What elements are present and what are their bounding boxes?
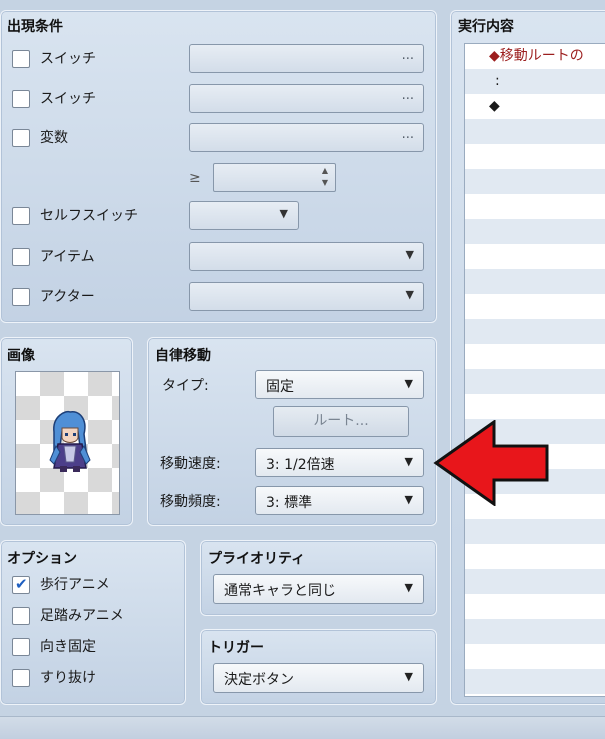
- list-row-empty: [465, 594, 605, 619]
- chevron-down-icon: ▼: [405, 248, 414, 261]
- list-row-empty: [465, 144, 605, 169]
- options-title: オプション: [7, 551, 77, 567]
- variable-label: 変数: [40, 130, 68, 146]
- item-checkbox[interactable]: [12, 248, 30, 266]
- list-row-empty: [465, 244, 605, 269]
- item-label: アイテム: [40, 249, 95, 265]
- self-switch-label: セルフスイッチ: [40, 208, 138, 224]
- list-row-empty: [465, 569, 605, 594]
- gte-symbol: ≥: [189, 170, 201, 186]
- list-row-empty: [465, 319, 605, 344]
- autonomous-title: 自律移動: [155, 348, 211, 364]
- type-label: タイプ:: [162, 378, 209, 394]
- list-row-empty: [465, 194, 605, 219]
- character-image[interactable]: [15, 371, 120, 515]
- item-select[interactable]: ▼: [189, 242, 424, 271]
- frequency-select[interactable]: 3: 標準 ▼: [255, 486, 424, 515]
- direction-fix-checkbox[interactable]: [12, 638, 30, 656]
- chevron-down-icon: ▼: [404, 493, 413, 506]
- list-row-empty: [465, 669, 605, 694]
- spin-up-icon[interactable]: ▲: [322, 166, 328, 175]
- through-checkbox[interactable]: [12, 669, 30, 687]
- switch1-checkbox[interactable]: [12, 50, 30, 68]
- actor-label: アクター: [40, 289, 95, 305]
- status-bar: [0, 716, 605, 739]
- list-row-empty: [465, 544, 605, 569]
- conditions-title: 出現条件: [7, 19, 63, 35]
- self-switch-checkbox[interactable]: [12, 207, 30, 225]
- list-row-empty: [465, 219, 605, 244]
- variable-checkbox[interactable]: [12, 129, 30, 147]
- stepping-anim-checkbox[interactable]: [12, 607, 30, 625]
- type-value: 固定: [266, 379, 294, 395]
- speed-value: 3: 1/2倍速: [266, 457, 335, 473]
- stepping-anim-label: 足踏みアニメ: [40, 608, 124, 624]
- type-select[interactable]: 固定 ▼: [255, 370, 424, 399]
- list-row-empty: [465, 269, 605, 294]
- chevron-down-icon: ▼: [279, 207, 288, 220]
- variable-value-spinner[interactable]: ▲ ▼: [213, 163, 336, 192]
- image-title: 画像: [7, 348, 35, 364]
- chevron-down-icon: ▼: [405, 288, 414, 301]
- walking-anim-label: 歩行アニメ: [40, 577, 110, 593]
- speed-label: 移動速度:: [160, 456, 221, 472]
- list-item[interactable]: :: [465, 69, 605, 94]
- priority-select[interactable]: 通常キャラと同じ ▼: [213, 574, 424, 604]
- contents-title: 実行内容: [458, 19, 514, 35]
- chevron-down-icon: ▼: [404, 455, 413, 468]
- direction-fix-label: 向き固定: [40, 639, 96, 655]
- list-item[interactable]: ◆移動ルートの: [465, 44, 605, 69]
- contents-list[interactable]: ◆移動ルートの : ◆: [464, 43, 605, 697]
- priority-value: 通常キャラと同じ: [224, 583, 336, 599]
- self-switch-select[interactable]: ▼: [189, 201, 299, 230]
- list-row-empty: [465, 369, 605, 394]
- route-button[interactable]: ルート...: [273, 406, 409, 437]
- variable-dots: ...: [401, 127, 414, 142]
- switch1-dots: ...: [401, 48, 414, 63]
- frequency-label: 移動頻度:: [160, 494, 221, 510]
- character-sprite-icon: [49, 410, 91, 472]
- list-row-empty: [465, 519, 605, 544]
- list-row-empty: [465, 344, 605, 369]
- trigger-value: 決定ボタン: [224, 672, 294, 688]
- switch2-checkbox[interactable]: [12, 90, 30, 108]
- switch1-label: スイッチ: [40, 51, 96, 67]
- list-row-empty: [465, 119, 605, 144]
- switch1-field[interactable]: ...: [189, 44, 424, 73]
- actor-checkbox[interactable]: [12, 288, 30, 306]
- frequency-value: 3: 標準: [266, 495, 313, 511]
- variable-field[interactable]: ...: [189, 123, 424, 152]
- list-row-empty: [465, 394, 605, 419]
- list-row-empty: [465, 169, 605, 194]
- trigger-select[interactable]: 決定ボタン ▼: [213, 663, 424, 693]
- switch2-dots: ...: [401, 88, 414, 103]
- list-row-empty: [465, 644, 605, 669]
- chevron-down-icon: ▼: [404, 377, 413, 390]
- switch2-field[interactable]: ...: [189, 84, 424, 113]
- chevron-down-icon: ▼: [404, 670, 413, 683]
- trigger-title: トリガー: [208, 640, 264, 656]
- actor-select[interactable]: ▼: [189, 282, 424, 311]
- switch2-label: スイッチ: [40, 91, 96, 107]
- spin-down-icon[interactable]: ▼: [322, 178, 328, 187]
- list-item[interactable]: ◆: [465, 94, 605, 119]
- walking-anim-checkbox[interactable]: [12, 575, 30, 594]
- chevron-down-icon: ▼: [404, 581, 413, 594]
- through-label: すり抜け: [40, 670, 96, 686]
- red-arrow-annotation: [433, 420, 549, 506]
- priority-title: プライオリティ: [208, 551, 306, 567]
- speed-select[interactable]: 3: 1/2倍速 ▼: [255, 448, 424, 477]
- list-row-empty: [465, 294, 605, 319]
- list-row-empty: [465, 619, 605, 644]
